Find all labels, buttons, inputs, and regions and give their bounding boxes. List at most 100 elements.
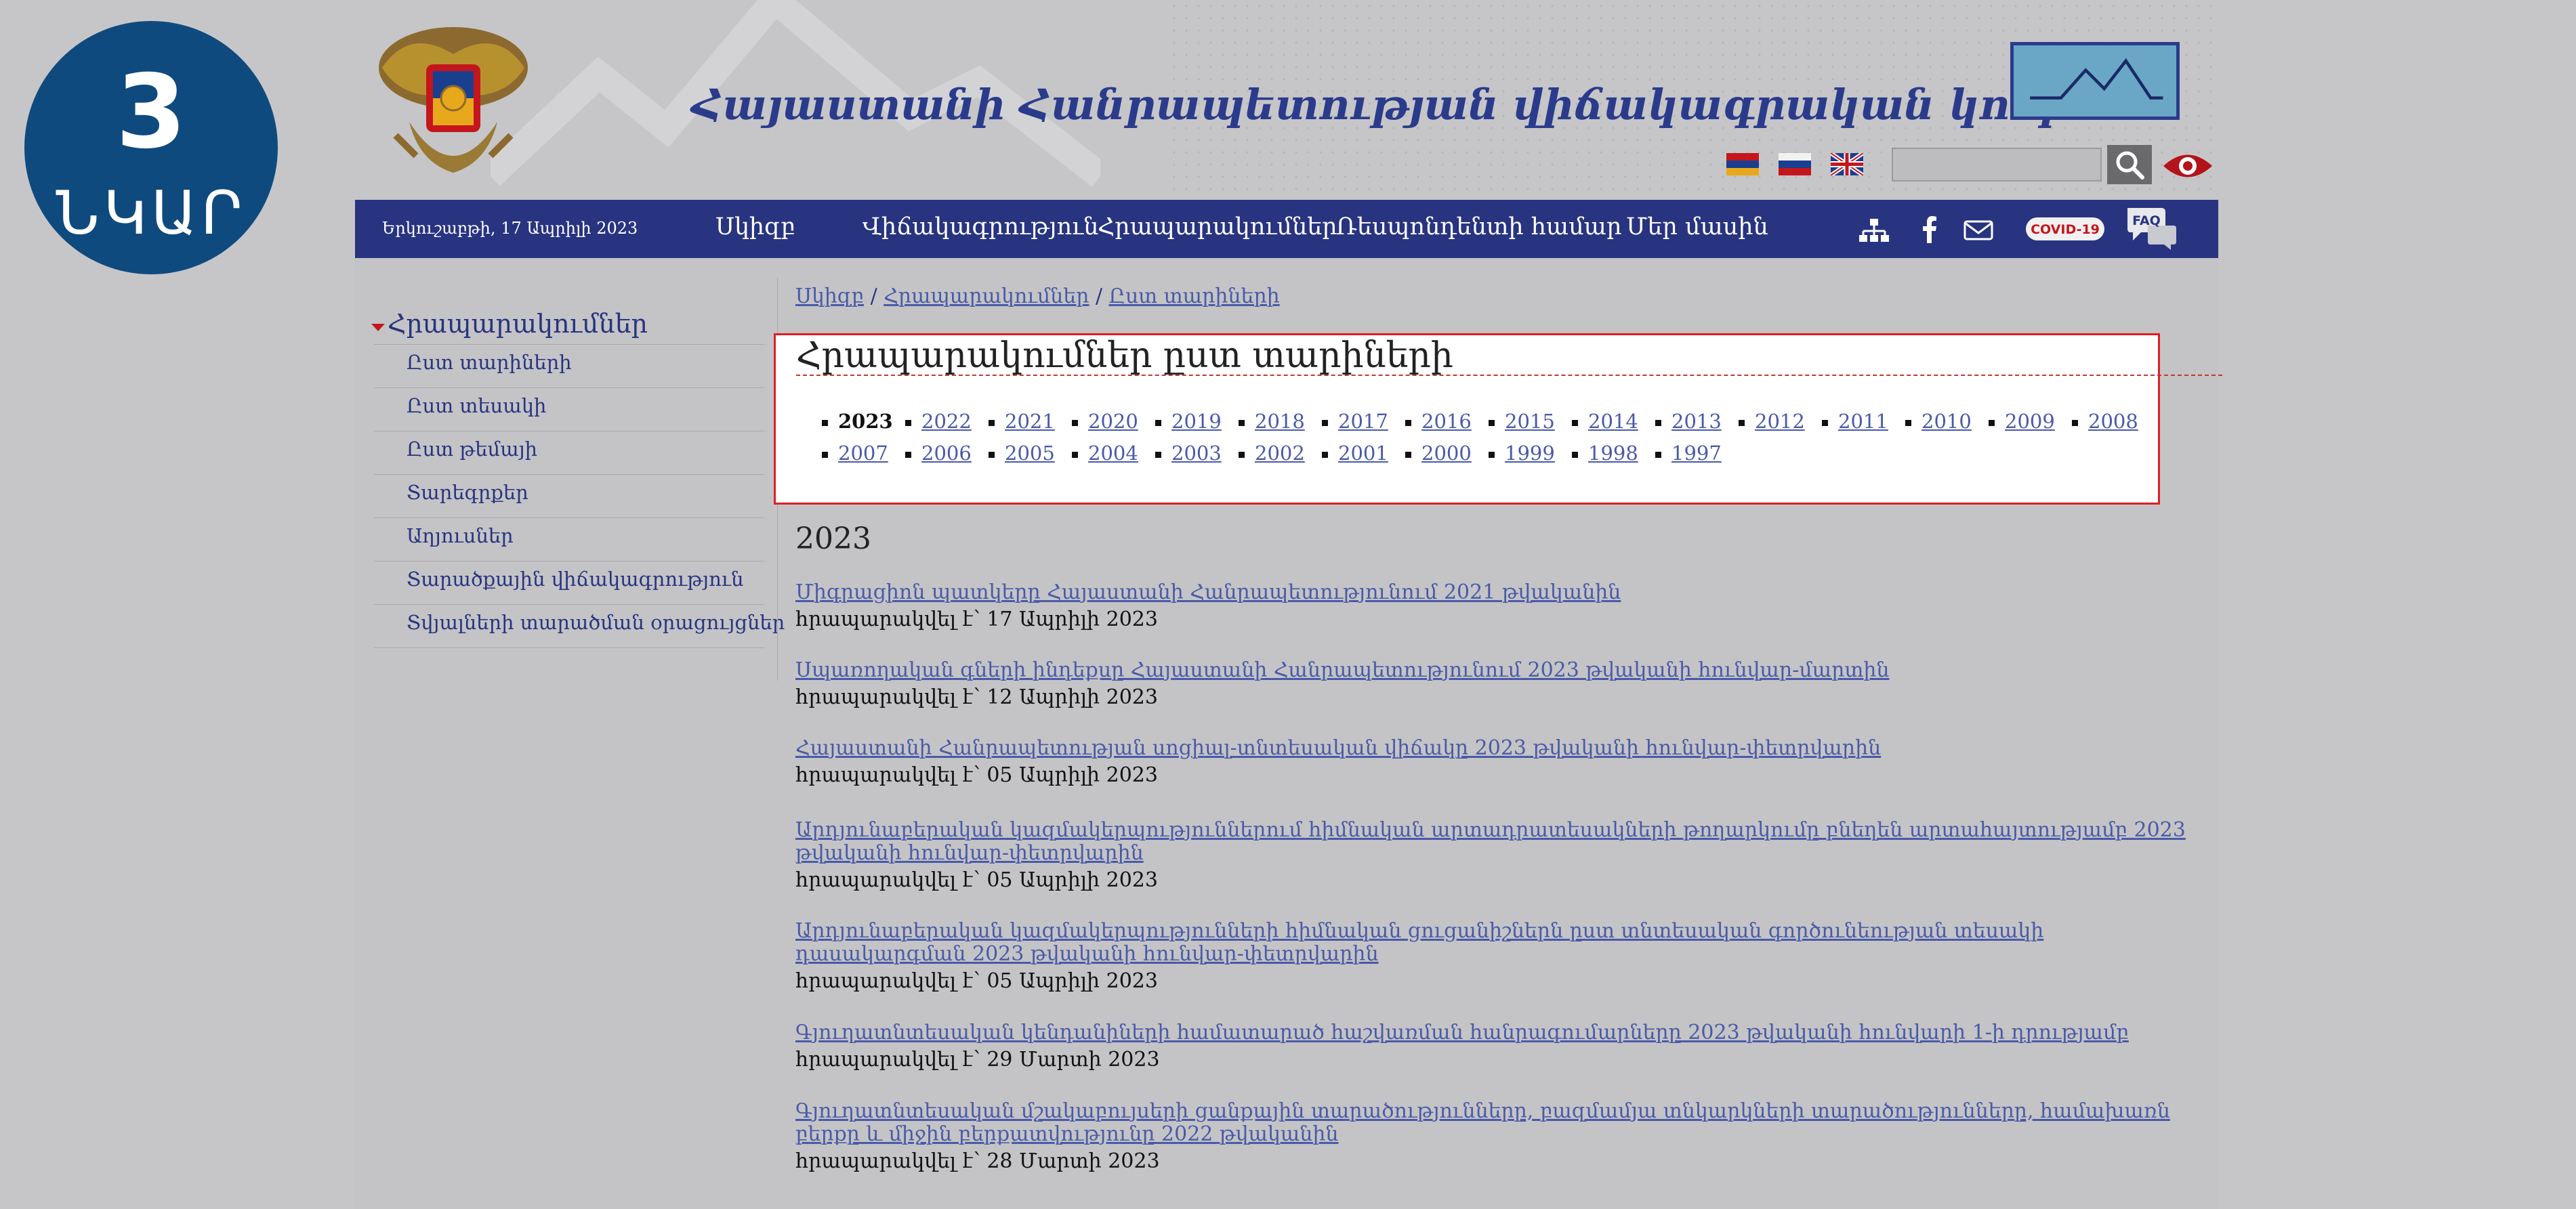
publication-item: Հայաստանի Հանրապետության սոցիալ-տնտեսակա… [795, 737, 2191, 787]
year-label: 2007 [838, 442, 888, 465]
publication-item: Գյուղատնտեսական մշակաբույսերի ցանքային տ… [795, 1100, 2191, 1173]
sidebar-item-release-calendars[interactable]: Տվյալների տարածման օրացույցներ [374, 604, 785, 648]
year-label: 2010 [1921, 410, 1972, 433]
breadcrumb-link-home[interactable]: Սկիզբ [795, 284, 864, 308]
publication-title-link[interactable]: Միգրացիոն պատկերը Հայաստանի Հանրապետությ… [795, 581, 2191, 604]
bullet-icon [1739, 420, 1745, 426]
search-input[interactable] [1892, 148, 2102, 182]
publication-title-link[interactable]: Արդյունաբերական կազմակերպություններում հ… [795, 819, 2191, 865]
year-label: 2013 [1671, 410, 1722, 433]
bullet-icon [1322, 420, 1328, 426]
badge-word: ՆԿԱՐ [56, 178, 247, 248]
publication-date: հրապարակվել է՝ 17 Ապրիլի 2023 [795, 608, 1158, 631]
sidebar-item-label: Ըստ տարիների [407, 351, 572, 374]
sidebar-title[interactable]: Հրապարակումներ [388, 309, 648, 339]
year-label: 2009 [2005, 410, 2055, 433]
year-label: 1998 [1588, 442, 1638, 465]
year-label: 2017 [1338, 410, 1388, 433]
faq-icon[interactable]: FAQ [2123, 205, 2179, 253]
publication-title-link[interactable]: Հայաստանի Հանրապետության սոցիալ-տնտեսակա… [795, 737, 2191, 760]
bullet-icon [822, 452, 828, 458]
bullet-icon [1489, 452, 1495, 458]
year-label: 2004 [1088, 442, 1138, 465]
year-label: 2016 [1421, 410, 1472, 433]
section-year-heading: 2023 [795, 522, 871, 556]
site-header: Հայաստանի Հանրապետության վիճակագրական կո… [355, 0, 2218, 200]
breadcrumb-link-publications[interactable]: Հրապարակումներ [884, 284, 1089, 308]
bullet-icon [1239, 452, 1245, 458]
sidebar-item-label: Աղյուսներ [407, 524, 514, 547]
sidebar-item-yearbooks[interactable]: Տարեգրքեր [374, 474, 764, 517]
bullet-icon [1822, 420, 1828, 426]
mail-icon[interactable] [1962, 215, 1995, 245]
publication-title-link[interactable]: Գյուղատնտեսական մշակաբույսերի ցանքային տ… [795, 1100, 2191, 1146]
year-label: 2006 [921, 442, 972, 465]
year-label: 2020 [1088, 410, 1138, 433]
sidebar-item-by-type[interactable]: Ըստ տեսակի [374, 387, 764, 431]
years-selector-box: Հրապարակումներ ըստ տարիների 2023 2022 2021… [774, 333, 2222, 505]
year-label: 2019 [1171, 410, 1222, 433]
publication-item: Գյուղատնտեսական կենդանիների համատարած հա… [795, 1021, 2191, 1072]
armenian-flag-icon[interactable] [1726, 153, 1759, 175]
nav-item-statistics[interactable]: Վիճակագրություն [863, 213, 1098, 240]
breadcrumb-link-by-years[interactable]: Ըստ տարիների [1109, 284, 1280, 308]
bullet-icon [1655, 420, 1661, 426]
publication-date: հրապարակվել է՝ 12 Ապրիլի 2023 [795, 685, 1158, 709]
publication-title-link[interactable]: Սպառողական գների ինդեքսը Հայաստանի Հանրա… [795, 659, 2191, 682]
publication-date: հրապարակվել է՝ 05 Ապրիլի 2023 [795, 763, 1158, 787]
armenian-coat-of-arms-logo[interactable] [369, 20, 538, 186]
year-label: 2021 [1005, 410, 1055, 433]
publication-item: Սպառողական գների ինդեքսը Հայաստանի Հանրա… [795, 659, 2191, 709]
breadcrumb-separator: / [870, 284, 884, 308]
accessibility-eye-icon[interactable] [2161, 150, 2214, 182]
year-label: 2005 [1005, 442, 1055, 465]
sidebar-item-tables[interactable]: Աղյուսներ [374, 517, 764, 561]
sidebar-item-by-topic[interactable]: Ըստ թեմայի [374, 431, 764, 474]
breadcrumb: Սկիզբ / Հրապարակումներ / Ըստ տարիների [795, 284, 1280, 308]
bullet-icon [989, 452, 995, 458]
uk-flag-icon[interactable] [1831, 153, 1864, 175]
sidebar-item-by-years[interactable]: Ըստ տարիների [374, 344, 764, 387]
statistics-logo[interactable] [2010, 42, 2180, 120]
publication-date: հրապարակվել է՝ 05 Ապրիլի 2023 [795, 969, 1158, 993]
title-underline [796, 375, 2222, 376]
nav-item-for-respondents[interactable]: Ռեսպոնդենտի համար [1336, 213, 1622, 240]
bullet-icon [1072, 452, 1078, 458]
sidebar-menu: Ըստ տարիների Ըստ տեսակի Ըստ թեմայի Տարեգ… [374, 344, 785, 649]
covid-19-badge[interactable]: COVID-19 [2024, 213, 2106, 245]
publication-item: Արդյունաբերական կազմակերպություններում հ… [795, 819, 2191, 892]
publication-title-link[interactable]: Արդյունաբերական կազմակերպությունների հիմ… [795, 920, 2191, 966]
russian-flag-icon[interactable] [1779, 153, 1812, 175]
faq-label: FAQ [2132, 213, 2161, 228]
bullet-icon [2072, 420, 2078, 426]
bullet-icon [1239, 420, 1245, 426]
sidebar-item-label: Տարածքային վիճակագրություն [407, 568, 744, 591]
publication-title-link[interactable]: Գյուղատնտեսական կենդանիների համատարած հա… [795, 1021, 2191, 1044]
badge-number: 3 [115, 54, 187, 171]
bullet-icon [1572, 420, 1578, 426]
year-label: 2000 [1421, 442, 1472, 465]
nav-item-publications[interactable]: Հրապարակումներ [1098, 213, 1337, 240]
year-label: 2023 [838, 410, 893, 433]
sitemap-icon[interactable] [1858, 215, 1890, 245]
expand-arrow-icon [371, 324, 385, 331]
sidebar-item-label: Տարեգրքեր [407, 481, 528, 504]
sidebar-item-label: Ըստ թեմայի [407, 438, 538, 461]
bullet-icon [1155, 420, 1161, 426]
search-icon[interactable] [2107, 145, 2152, 184]
page-container: Հայաստանի Հանրապետության վիճակագրական կո… [355, 0, 2222, 1209]
nav-item-home[interactable]: Սկիզբ [715, 213, 795, 240]
nav-item-about-us[interactable]: Մեր մասին [1626, 213, 1768, 240]
bullet-icon [1405, 452, 1411, 458]
breadcrumb-separator: / [1095, 284, 1109, 308]
publication-date: հրապարակվել է՝ 28 Մարտի 2023 [795, 1149, 1160, 1173]
bullet-icon [1489, 420, 1495, 426]
facebook-icon[interactable] [1913, 215, 1946, 245]
year-label: 2011 [1838, 410, 1888, 433]
current-date: Երկուշաբթի, 17 Ապրիլի 2023 [382, 219, 638, 238]
year-label: 2018 [1255, 410, 1305, 433]
years-box-title: Հրապարակումներ ըստ տարիների [796, 335, 1453, 376]
figure-number-badge: 3 ՆԿԱՐ [24, 21, 278, 274]
sidebar-item-label: Տվյալների տարածման օրացույցներ [407, 611, 785, 634]
sidebar-item-regional-statistics[interactable]: Տարածքային վիճակագրություն [374, 561, 764, 604]
